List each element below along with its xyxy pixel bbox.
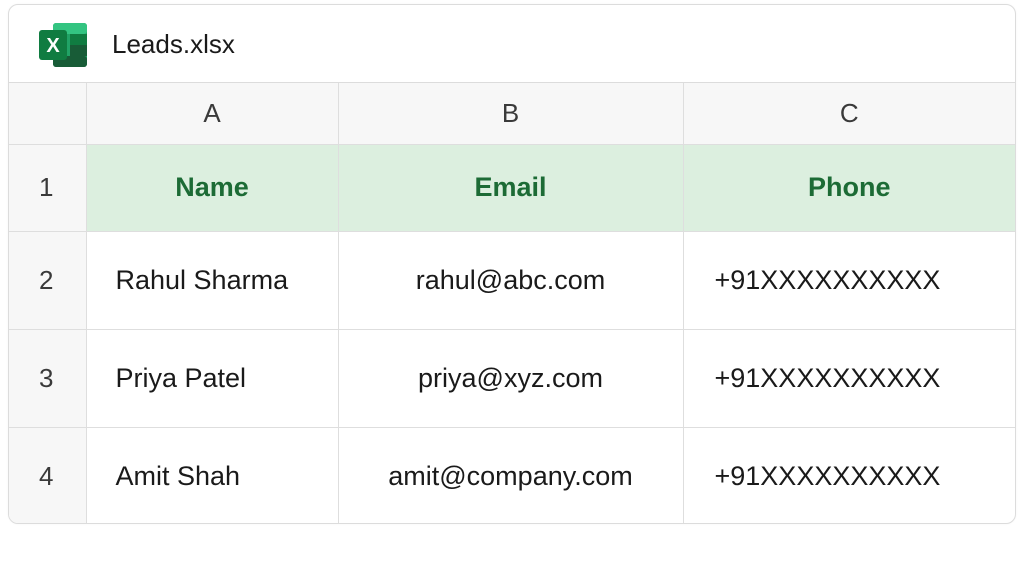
excel-icon: X bbox=[39, 23, 87, 67]
column-header-a[interactable]: A bbox=[85, 83, 339, 145]
cell-b1-email-header[interactable]: Email bbox=[337, 143, 684, 232]
cell-b3-email[interactable]: priya@xyz.com bbox=[337, 328, 684, 428]
cell-a1-name-header[interactable]: Name bbox=[85, 143, 339, 232]
excel-icon-letter: X bbox=[46, 35, 60, 57]
table-row: 2 Rahul Sharma rahul@abc.com +91XXXXXXXX… bbox=[9, 230, 1015, 330]
row-header-4[interactable]: 4 bbox=[9, 426, 87, 523]
file-name: Leads.xlsx bbox=[112, 29, 235, 59]
row-header-1[interactable]: 1 bbox=[9, 143, 87, 232]
spreadsheet-grid: A B C 1 Name Email Phone 2 Rahul Sharma … bbox=[9, 83, 1015, 523]
column-header-b[interactable]: B bbox=[337, 83, 684, 145]
cell-a4-name[interactable]: Amit Shah bbox=[85, 426, 339, 523]
table-row: 1 Name Email Phone bbox=[9, 143, 1015, 232]
row-header-2[interactable]: 2 bbox=[9, 230, 87, 330]
title-bar: X Leads.xlsx bbox=[9, 5, 1015, 83]
table-row: 3 Priya Patel priya@xyz.com +91XXXXXXXXX… bbox=[9, 328, 1015, 428]
cell-c3-phone[interactable]: +91XXXXXXXXXX bbox=[682, 328, 1015, 428]
column-header-c[interactable]: C bbox=[682, 83, 1015, 145]
cell-b2-email[interactable]: rahul@abc.com bbox=[337, 230, 684, 330]
cell-a2-name[interactable]: Rahul Sharma bbox=[85, 230, 339, 330]
spreadsheet-window: X Leads.xlsx A B C 1 Name Email Phone 2 … bbox=[8, 4, 1016, 524]
row-header-3[interactable]: 3 bbox=[9, 328, 87, 428]
cell-c2-phone[interactable]: +91XXXXXXXXXX bbox=[682, 230, 1015, 330]
cell-c4-phone[interactable]: +91XXXXXXXXXX bbox=[682, 426, 1015, 523]
table-row: 4 Amit Shah amit@company.com +91XXXXXXXX… bbox=[9, 426, 1015, 523]
cell-b4-email[interactable]: amit@company.com bbox=[337, 426, 684, 523]
select-all-corner[interactable] bbox=[9, 83, 87, 145]
cell-a3-name[interactable]: Priya Patel bbox=[85, 328, 339, 428]
cell-c1-phone-header[interactable]: Phone bbox=[682, 143, 1015, 232]
